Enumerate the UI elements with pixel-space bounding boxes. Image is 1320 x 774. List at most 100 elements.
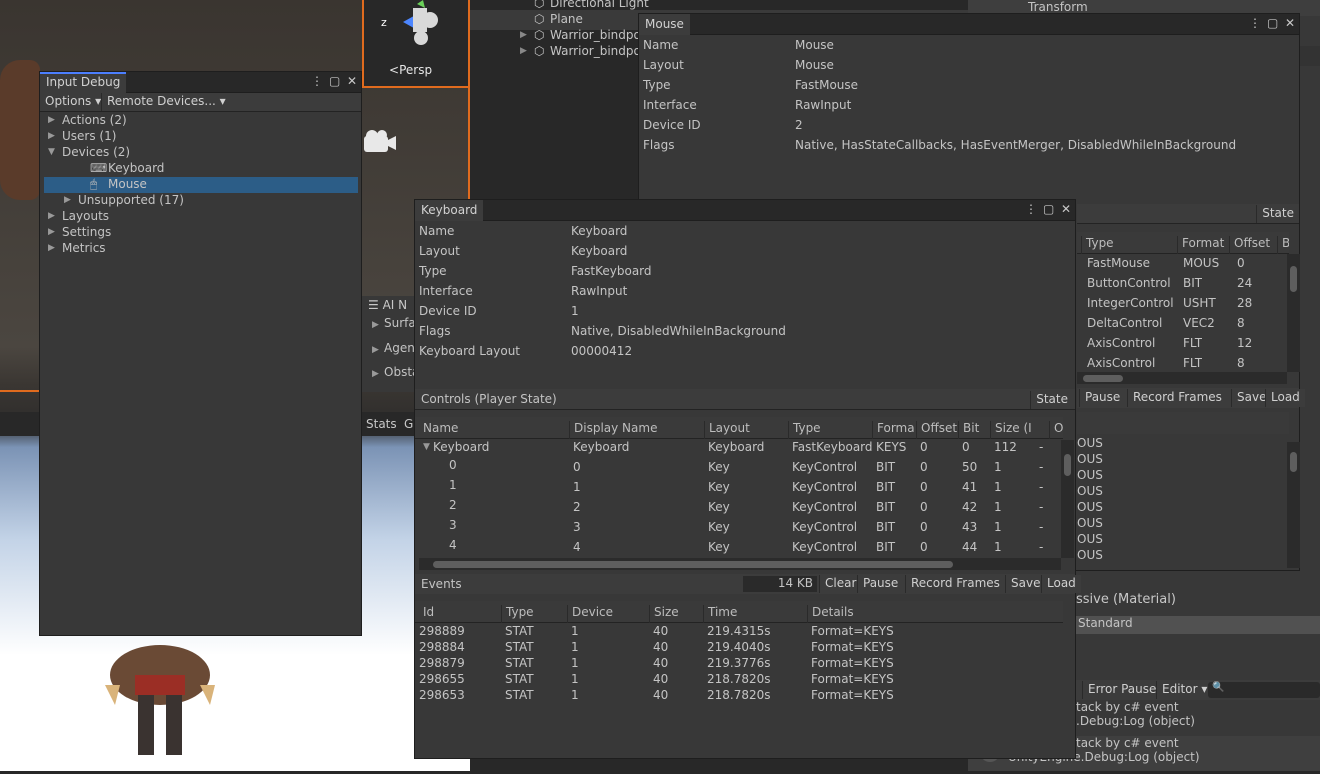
table-row[interactable]: OUS [1077, 516, 1287, 532]
load-button[interactable]: Load [1041, 575, 1081, 593]
table-row[interactable]: OUS [1077, 484, 1287, 500]
ai-nav-item[interactable]: ▶ Obsta [372, 365, 419, 379]
tree-item[interactable]: 🖱 Mouse [44, 177, 358, 193]
stats-tab[interactable]: Stats [366, 417, 397, 431]
column-header[interactable]: Type [788, 421, 872, 439]
mouse-controls-hscrollbar[interactable] [1077, 372, 1287, 384]
column-header[interactable]: Bi [1277, 236, 1289, 254]
column-header[interactable]: Offset [1229, 236, 1277, 254]
keyboard-state-button[interactable]: State [1030, 391, 1073, 409]
mouse-controls-scrollbar[interactable] [1287, 254, 1300, 372]
table-row[interactable]: 0 0 Key KeyControl BIT 0 50 1 - [415, 458, 1063, 478]
stats-tab-2[interactable]: G [404, 417, 413, 431]
ai-nav-item[interactable]: ▶ Agen [372, 341, 415, 355]
tree-item[interactable]: ▶ Unsupported (17) [44, 193, 358, 209]
table-row[interactable]: OUS [1077, 532, 1287, 548]
chevron-right-icon[interactable]: ▶ [48, 243, 55, 253]
keyboard-controls-hscrollbar[interactable] [419, 558, 1061, 570]
chevron-down-icon[interactable]: ▼ [423, 442, 430, 452]
column-header[interactable]: Device [567, 605, 649, 623]
remote-devices-dropdown[interactable]: Remote Devices... ▾ [101, 93, 231, 111]
table-row[interactable]: 3 3 Key KeyControl BIT 0 43 1 - [415, 518, 1063, 538]
table-row[interactable]: ButtonControl BIT 24 [1077, 274, 1289, 294]
tree-item[interactable]: ▶ Users (1) [44, 129, 358, 145]
column-header[interactable]: Type [1081, 236, 1177, 254]
table-row[interactable]: 298889 STAT 1 40 219.4315s Format=KEYS [415, 624, 1063, 640]
tree-item[interactable]: ▼ Devices (2) [44, 145, 358, 161]
table-row[interactable]: 298879 STAT 1 40 219.3776s Format=KEYS [415, 656, 1063, 672]
editor-dropdown[interactable]: Editor ▾ [1156, 681, 1213, 699]
column-header[interactable]: Name [419, 421, 569, 439]
column-header[interactable]: Forma [872, 421, 916, 439]
ai-nav-item[interactable]: ▶ Surfa [372, 316, 416, 330]
table-row[interactable]: OUS [1077, 452, 1287, 468]
clear-button[interactable]: Clear [819, 575, 862, 593]
tree-item[interactable]: ▶ Metrics [44, 241, 358, 257]
chevron-right-icon[interactable]: ▶ [48, 131, 55, 141]
maximize-icon[interactable]: ▢ [329, 74, 340, 88]
mouse-events-scrollbar[interactable] [1287, 442, 1300, 568]
table-row[interactable]: DeltaControl VEC2 8 [1077, 314, 1289, 334]
column-header[interactable]: Id [419, 605, 501, 623]
more-options-icon[interactable]: ⋮ [311, 74, 323, 88]
column-header[interactable]: Size (I [990, 421, 1049, 439]
column-header[interactable]: Optim [1049, 421, 1063, 439]
close-icon[interactable]: ✕ [1061, 202, 1071, 216]
chevron-right-icon[interactable]: ▶ [64, 195, 71, 205]
material-header[interactable]: ssive (Material) [1076, 592, 1320, 612]
table-row[interactable]: 298655 STAT 1 40 218.7820s Format=KEYS [415, 672, 1063, 688]
chevron-right-icon[interactable]: ▶ [48, 211, 55, 221]
chevron-right-icon[interactable]: ▶ [48, 115, 55, 125]
table-row[interactable]: 2 2 Key KeyControl BIT 0 42 1 - [415, 498, 1063, 518]
persp-label[interactable]: <Persp [389, 63, 432, 77]
load-button[interactable]: Load [1265, 389, 1305, 407]
table-row[interactable]: AxisControl FLT 12 [1077, 334, 1289, 354]
tree-item[interactable]: ▶ Actions (2) [44, 113, 358, 129]
table-row[interactable]: 1 1 Key KeyControl BIT 0 41 1 - [415, 478, 1063, 498]
keyboard-controls-scrollbar[interactable] [1061, 440, 1074, 558]
table-row[interactable]: 298884 STAT 1 40 219.4040s Format=KEYS [415, 640, 1063, 656]
table-row[interactable]: OUS [1077, 438, 1287, 452]
column-header[interactable]: Size [649, 605, 703, 623]
shader-dropdown[interactable]: Standard [1076, 616, 1320, 634]
options-dropdown[interactable]: Options ▾ [40, 93, 107, 111]
console-search-input[interactable]: 🔍 [1208, 682, 1320, 698]
chevron-down-icon[interactable]: ▼ [48, 147, 55, 157]
maximize-icon[interactable]: ▢ [1267, 16, 1278, 30]
column-header[interactable]: Time [703, 605, 807, 623]
pause-button[interactable]: Pause [1079, 389, 1126, 407]
keyboard-tab[interactable]: Keyboard [415, 200, 484, 221]
record-frames-button[interactable]: Record Frames [1127, 389, 1227, 407]
tree-item[interactable]: ▶ Settings [44, 225, 358, 241]
mouse-tab[interactable]: Mouse [639, 14, 690, 35]
column-header[interactable]: Display Name [569, 421, 704, 439]
column-header[interactable]: Type [501, 605, 567, 623]
table-row[interactable]: IntegerControl USHT 28 [1077, 294, 1289, 314]
close-icon[interactable]: ✕ [347, 74, 357, 88]
close-icon[interactable]: ✕ [1285, 16, 1295, 30]
maximize-icon[interactable]: ▢ [1043, 202, 1054, 216]
tree-item[interactable]: ▶ Layouts [44, 209, 358, 225]
table-row[interactable]: OUS [1077, 468, 1287, 484]
chevron-right-icon[interactable]: ▶ [48, 227, 55, 237]
table-row[interactable]: FastMouse MOUS 0 [1077, 254, 1289, 274]
tree-item[interactable]: ⌨ Keyboard [44, 161, 358, 177]
table-row[interactable]: 4 4 Key KeyControl BIT 0 44 1- [415, 538, 1063, 558]
input-debug-tab[interactable]: Input Debug [40, 72, 127, 93]
table-row[interactable]: OUS [1077, 500, 1287, 516]
table-row[interactable]: ▼ Keyboard Keyboard Keyboard FastKeyboard KEY… [415, 440, 1063, 458]
table-row[interactable]: AxisControl FLT 8 [1077, 354, 1289, 374]
mouse-state-button[interactable]: State [1256, 205, 1299, 223]
table-row[interactable]: 298653 STAT 1 40 218.7820s Format=KEYS [415, 688, 1063, 704]
error-pause-button[interactable]: Error Pause [1082, 681, 1162, 699]
more-options-icon[interactable]: ⋮ [1025, 202, 1037, 216]
more-options-icon[interactable]: ⋮ [1249, 16, 1261, 30]
pause-button[interactable]: Pause [857, 575, 904, 593]
save-button[interactable]: Save [1005, 575, 1046, 593]
column-header[interactable]: Details [807, 605, 1063, 623]
column-header[interactable]: Format [1177, 236, 1229, 254]
record-frames-button[interactable]: Record Frames [905, 575, 1005, 593]
column-header[interactable]: Offset [916, 421, 958, 439]
column-header[interactable]: Layout [704, 421, 788, 439]
table-row[interactable]: OUS [1077, 548, 1287, 564]
